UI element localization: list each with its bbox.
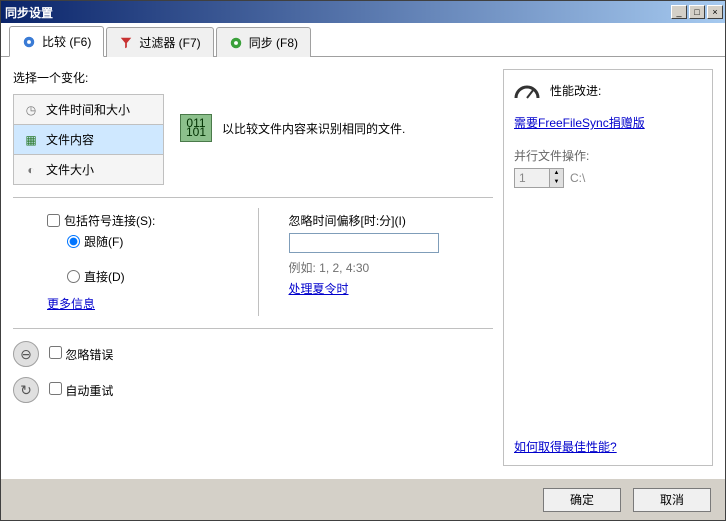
tabstrip: 比较 (F6) 过滤器 (F7) 同步 (F8) [1,23,725,57]
clock-icon: ◷ [24,103,38,117]
follow-label: 跟随(F) [84,233,123,250]
option-time-size-label: 文件时间和大小 [46,101,130,118]
spinner-arrows: ▲ ▼ [549,169,563,187]
option-content-label: 文件内容 [46,131,94,148]
offset-label: 忽略时间偏移[时:分](I) [289,212,490,229]
more-info-link[interactable]: 更多信息 [47,295,95,312]
direct-radio[interactable] [67,270,80,283]
tab-compare-label: 比较 (F6) [42,33,91,50]
option-content[interactable]: ▦ 文件内容 [14,125,164,155]
footer: 确定 取消 [1,478,725,520]
ignore-errors-label-row[interactable]: 忽略错误 [49,346,113,363]
error-disc-icon: ⊖ [13,341,39,367]
right-panel: 性能改进: 需要FreeFileSync捐赠版 并行文件操作: ▲ ▼ C:\ … [503,69,713,466]
size-icon: ◐ [24,163,38,177]
option-size[interactable]: ◐ 文件大小 [14,155,164,185]
ignore-errors-row: ⊖ 忽略错误 [13,341,493,367]
binary-icon: 011101 [180,114,212,142]
close-button[interactable]: × [707,5,723,19]
binary-small-icon: ▦ [24,133,38,147]
titlebar: 同步设置 _ □ × [1,1,725,23]
symlink-box: 包括符号连接(S): 跟随(F) 直接(D) 更多信息 [13,208,259,316]
direct-radio-row[interactable]: 直接(D) [67,268,248,285]
offset-example: 例如: 1, 2, 4:30 [289,259,490,276]
window-controls: _ □ × [671,5,723,19]
offset-box: 忽略时间偏移[时:分](I) 例如: 1, 2, 4:30 处理夏令时 [273,208,494,316]
gear-green-icon [229,36,243,50]
tab-sync-label: 同步 (F8) [249,34,298,51]
window-title: 同步设置 [5,4,671,21]
maximize-button[interactable]: □ [689,5,705,19]
option-time-size[interactable]: ◷ 文件时间和大小 [14,95,164,125]
symlink-label: 包括符号连接(S): [64,212,155,229]
ok-button[interactable]: 确定 [543,488,621,512]
funnel-icon [119,36,133,50]
symlink-radio-group: 跟随(F) 直接(D) [47,233,248,285]
follow-radio[interactable] [67,235,80,248]
parallel-spinner[interactable]: ▲ ▼ [514,168,564,188]
direct-label: 直接(D) [84,268,125,285]
gauge-icon [514,80,540,100]
spinner-down[interactable]: ▼ [549,178,563,187]
donation-link[interactable]: 需要FreeFileSync捐赠版 [514,114,702,131]
option-size-label: 文件大小 [46,161,94,178]
sync-settings-window: 同步设置 _ □ × 比较 (F6) 过滤器 (F7) 同步 (F8) [0,0,726,521]
auto-retry-checkbox[interactable] [49,382,62,395]
auto-retry-row: ↻ 自动重试 [13,377,493,403]
change-description-text: 以比较文件内容来识别相同的文件. [222,120,405,137]
bottom-options: ⊖ 忽略错误 ↻ 自动重试 [13,328,493,403]
tab-filter[interactable]: 过滤器 (F7) [106,27,213,57]
parallel-value-input [515,169,549,187]
parallel-row: ▲ ▼ C:\ [514,168,702,188]
dst-link[interactable]: 处理夏令时 [289,282,349,296]
best-performance-link[interactable]: 如何取得最佳性能? [514,438,702,455]
retry-icon: ↻ [13,377,39,403]
performance-title: 性能改进: [550,82,601,99]
choose-change-label: 选择一个变化: [13,69,493,86]
change-list: ◷ 文件时间和大小 ▦ 文件内容 ◐ 文件大小 [13,94,164,185]
content-area: 选择一个变化: ◷ 文件时间和大小 ▦ 文件内容 ◐ 文件大小 [1,57,725,478]
tab-compare[interactable]: 比较 (F6) [9,26,104,57]
spinner-up[interactable]: ▲ [549,169,563,178]
gear-blue-icon [22,35,36,49]
offset-input[interactable] [289,233,439,253]
tab-filter-label: 过滤器 (F7) [139,34,200,51]
cancel-button[interactable]: 取消 [633,488,711,512]
auto-retry-label: 自动重试 [65,384,113,398]
follow-radio-row[interactable]: 跟随(F) [67,233,248,250]
symlink-checkbox[interactable] [47,214,60,227]
left-panel: 选择一个变化: ◷ 文件时间和大小 ▦ 文件内容 ◐ 文件大小 [13,69,493,466]
ignore-errors-label: 忽略错误 [65,348,113,362]
performance-header: 性能改进: [514,80,702,100]
ignore-errors-checkbox[interactable] [49,346,62,359]
symlink-check-row[interactable]: 包括符号连接(S): [47,212,248,229]
auto-retry-label-row[interactable]: 自动重试 [49,382,113,399]
change-description: 011101 以比较文件内容来识别相同的文件. [180,94,405,142]
parallel-path: C:\ [570,171,585,185]
parallel-ops-label: 并行文件操作: [514,147,702,164]
middle-row: 包括符号连接(S): 跟随(F) 直接(D) 更多信息 [13,197,493,316]
tab-sync[interactable]: 同步 (F8) [216,27,311,57]
minimize-button[interactable]: _ [671,5,687,19]
change-options-row: ◷ 文件时间和大小 ▦ 文件内容 ◐ 文件大小 011101 [13,94,493,185]
